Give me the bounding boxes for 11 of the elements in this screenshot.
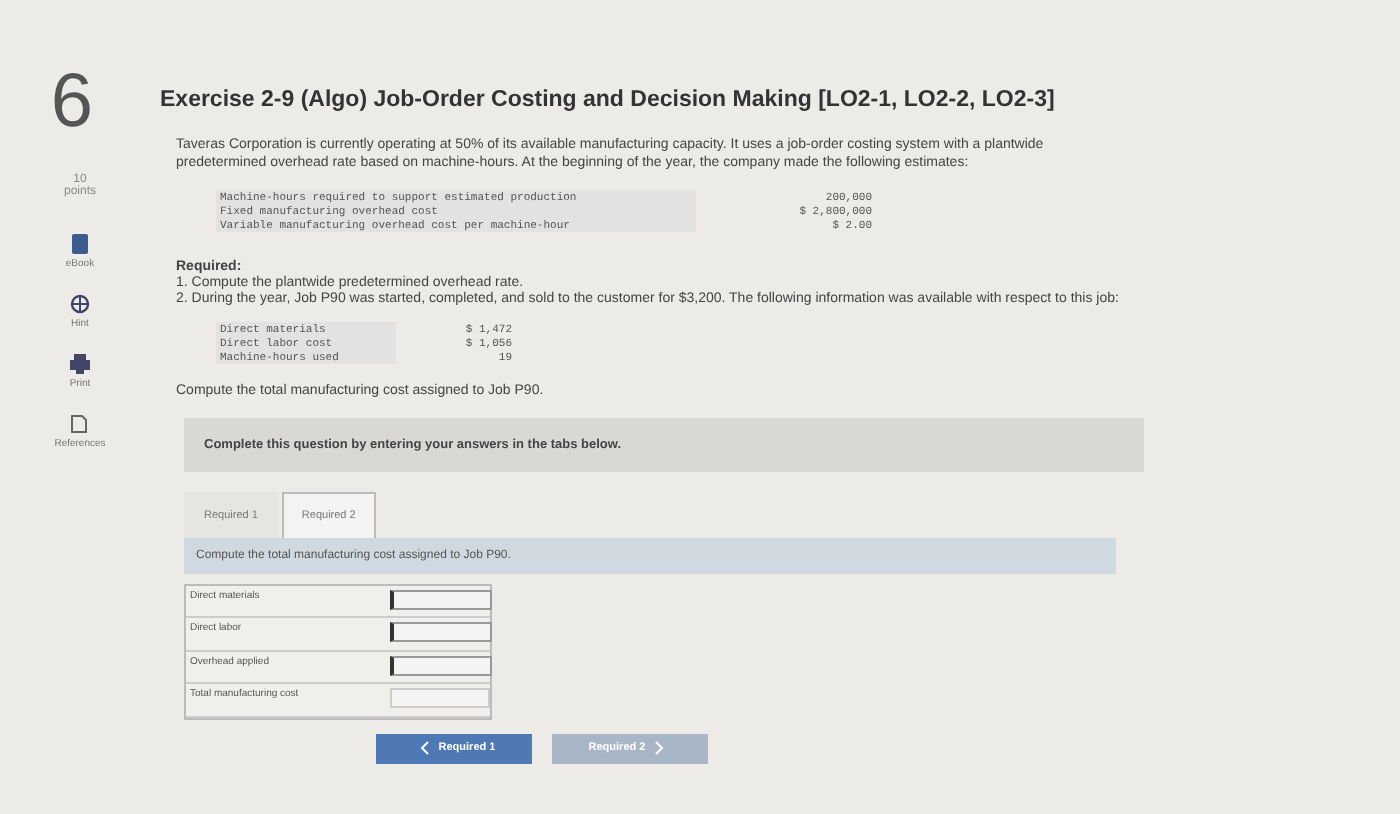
globe-icon [69, 294, 90, 314]
answer-field[interactable] [390, 589, 492, 610]
document-icon [70, 414, 89, 434]
chevron-left-icon [420, 740, 431, 757]
answer-field[interactable] [390, 622, 492, 643]
chevron-right-icon [653, 740, 664, 757]
book-icon [71, 234, 88, 254]
exercise-title: Exercise 2-9 (Algo) Job-Order Costing and Decision Making [LO2-1, LO2-2, LO2-3] [160, 88, 1057, 112]
question-number: 6 [50, 60, 94, 146]
answer-field[interactable] [390, 655, 492, 676]
answer-field[interactable] [390, 688, 490, 709]
